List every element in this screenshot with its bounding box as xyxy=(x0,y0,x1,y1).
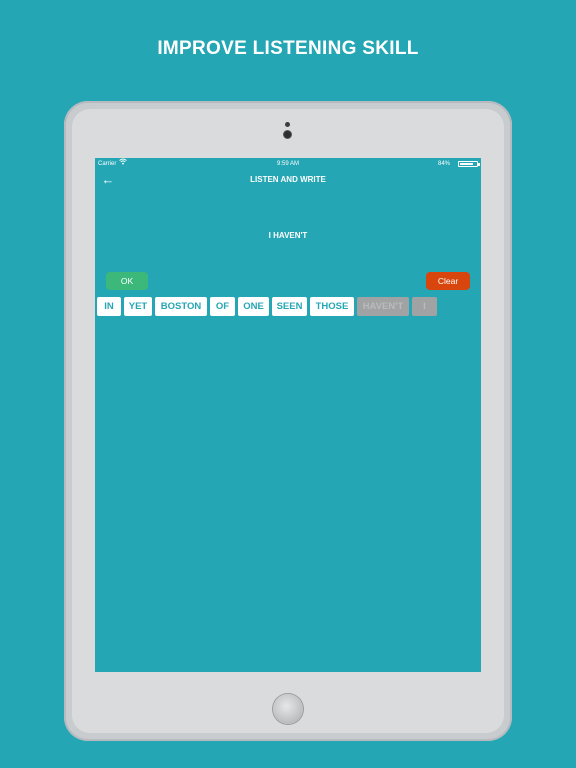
word-chip[interactable]: I xyxy=(412,297,437,316)
page-title: LISTEN AND WRITE xyxy=(250,175,326,184)
word-chip[interactable]: ONE xyxy=(238,297,269,316)
battery-cap xyxy=(478,163,480,166)
clear-button[interactable]: Clear xyxy=(426,272,470,290)
tablet-camera xyxy=(284,131,291,138)
home-button[interactable] xyxy=(273,694,303,724)
word-chip[interactable]: BOSTON xyxy=(155,297,207,316)
word-chip[interactable]: OF xyxy=(210,297,235,316)
headline: IMPROVE LISTENING SKILL xyxy=(157,38,419,59)
battery-level xyxy=(460,163,473,165)
app-screen: Carrier 9:59 AM 84% ← LISTEN AND WRITE I… xyxy=(95,158,481,672)
word-chip[interactable]: SEEN xyxy=(272,297,307,316)
word-chip[interactable]: HAVEN'T xyxy=(357,297,409,316)
word-chip[interactable]: IN xyxy=(97,297,121,316)
word-chip[interactable]: YET xyxy=(124,297,152,316)
status-time: 9:59 AM xyxy=(276,161,299,167)
ok-button[interactable]: OK xyxy=(106,272,148,290)
status-bar: Carrier 9:59 AM 84% xyxy=(95,158,481,170)
battery-percent: 84% xyxy=(437,161,450,167)
word-chip[interactable]: THOSE xyxy=(310,297,354,316)
tablet-sensor xyxy=(285,122,290,127)
battery-icon xyxy=(458,161,478,167)
answer-text: I HAVEN'T xyxy=(268,231,308,240)
nav-bar: ← LISTEN AND WRITE xyxy=(95,170,481,190)
